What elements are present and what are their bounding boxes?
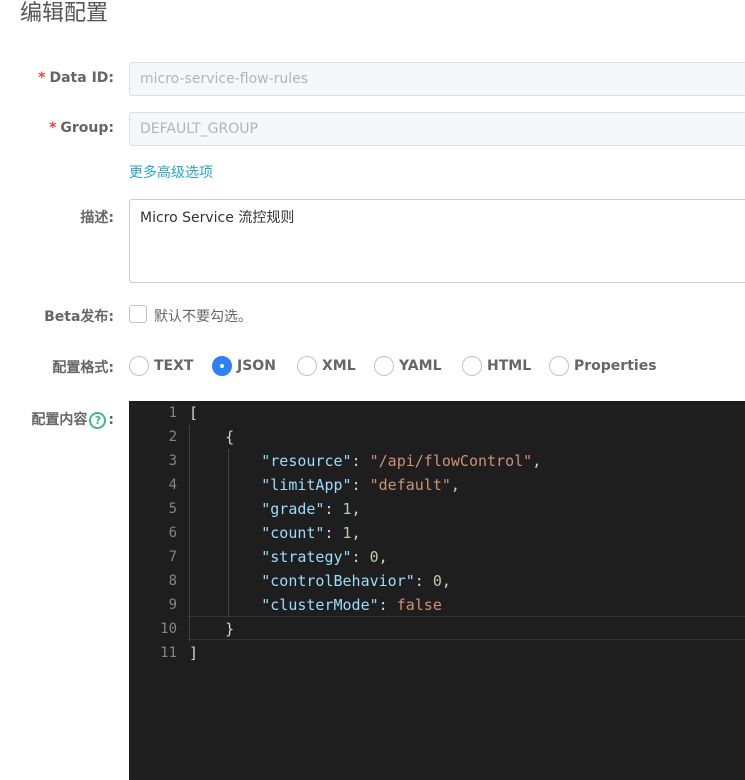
line-number: 5 xyxy=(168,501,177,517)
format-option-xml[interactable]: XML xyxy=(297,355,356,377)
group-label-text: Group: xyxy=(60,120,114,136)
code-line[interactable]: { xyxy=(189,425,234,449)
radio-label: HTML xyxy=(487,358,532,374)
description-textarea[interactable]: Micro Service 流控规则 xyxy=(129,199,745,283)
code-line[interactable]: "resource": "/api/flowControl", xyxy=(189,449,541,473)
radio-label: YAML xyxy=(399,358,442,374)
code-line[interactable]: "controlBehavior": 0, xyxy=(189,569,451,593)
line-number: 8 xyxy=(168,573,177,589)
radio-circle[interactable] xyxy=(549,356,569,376)
code-line[interactable]: [ xyxy=(189,401,198,425)
code-editor[interactable]: 1 2 3 4 5 6 7 8 9 10 11 [ { "resource": "/api/flow… xyxy=(129,401,745,780)
content-label: 配置内容?: xyxy=(31,409,114,429)
group-field[interactable]: DEFAULT_GROUP xyxy=(129,112,745,146)
description-label: 描述: xyxy=(80,210,114,226)
radio-label: XML xyxy=(322,358,356,374)
data-id-field[interactable]: micro-service-flow-rules xyxy=(129,62,745,96)
code-line[interactable]: "count": 1, xyxy=(189,521,360,545)
code-line[interactable]: "clusterMode": false xyxy=(189,593,442,617)
line-number: 2 xyxy=(168,429,177,445)
content-label-colon: : xyxy=(108,412,114,428)
question-circle-icon[interactable]: ? xyxy=(89,411,107,429)
format-option-html[interactable]: HTML xyxy=(462,355,531,377)
page-title: 编辑配置 xyxy=(20,1,109,26)
advanced-options-link[interactable]: 更多高级选项 xyxy=(129,162,213,182)
radio-label: TEXT xyxy=(154,358,194,374)
line-number: 7 xyxy=(168,549,177,565)
format-label: 配置格式: xyxy=(52,360,114,376)
data-id-label: * Data ID: xyxy=(38,70,114,86)
format-option-yaml[interactable]: YAML xyxy=(374,355,442,377)
format-option-text[interactable]: TEXT xyxy=(129,355,193,377)
radio-circle[interactable] xyxy=(462,356,482,376)
content-label-text: 配置内容 xyxy=(31,412,88,428)
line-number: 10 xyxy=(160,621,177,637)
required-mark: * xyxy=(49,120,57,136)
format-option-properties[interactable]: Properties xyxy=(549,355,657,377)
line-number: 4 xyxy=(168,477,177,493)
format-option-json[interactable]: JSON xyxy=(212,355,276,377)
radio-circle[interactable] xyxy=(374,356,394,376)
line-number: 6 xyxy=(168,525,177,541)
data-id-label-text: Data ID: xyxy=(49,70,114,86)
code-line[interactable]: "strategy": 0, xyxy=(189,545,387,569)
beta-checkbox[interactable] xyxy=(129,305,147,323)
code-line[interactable]: ] xyxy=(189,641,198,665)
required-mark: * xyxy=(38,70,46,86)
line-number: 1 xyxy=(168,405,177,421)
group-label: * Group: xyxy=(49,120,114,136)
line-number: 9 xyxy=(168,597,177,613)
radio-label: JSON xyxy=(237,358,276,374)
beta-label: Beta发布: xyxy=(44,309,114,325)
line-number: 3 xyxy=(168,453,177,469)
radio-circle[interactable] xyxy=(129,356,149,376)
code-line[interactable]: "grade": 1, xyxy=(189,497,360,521)
radio-circle-checked[interactable] xyxy=(212,356,232,376)
radio-circle[interactable] xyxy=(297,356,317,376)
code-line[interactable]: "limitApp": "default", xyxy=(189,473,460,497)
line-number: 11 xyxy=(160,645,177,661)
radio-label: Properties xyxy=(574,358,657,374)
current-line-highlight xyxy=(187,616,745,640)
beta-checkbox-text: 默认不要勾选。 xyxy=(154,309,252,325)
code-line[interactable]: } xyxy=(189,617,234,641)
